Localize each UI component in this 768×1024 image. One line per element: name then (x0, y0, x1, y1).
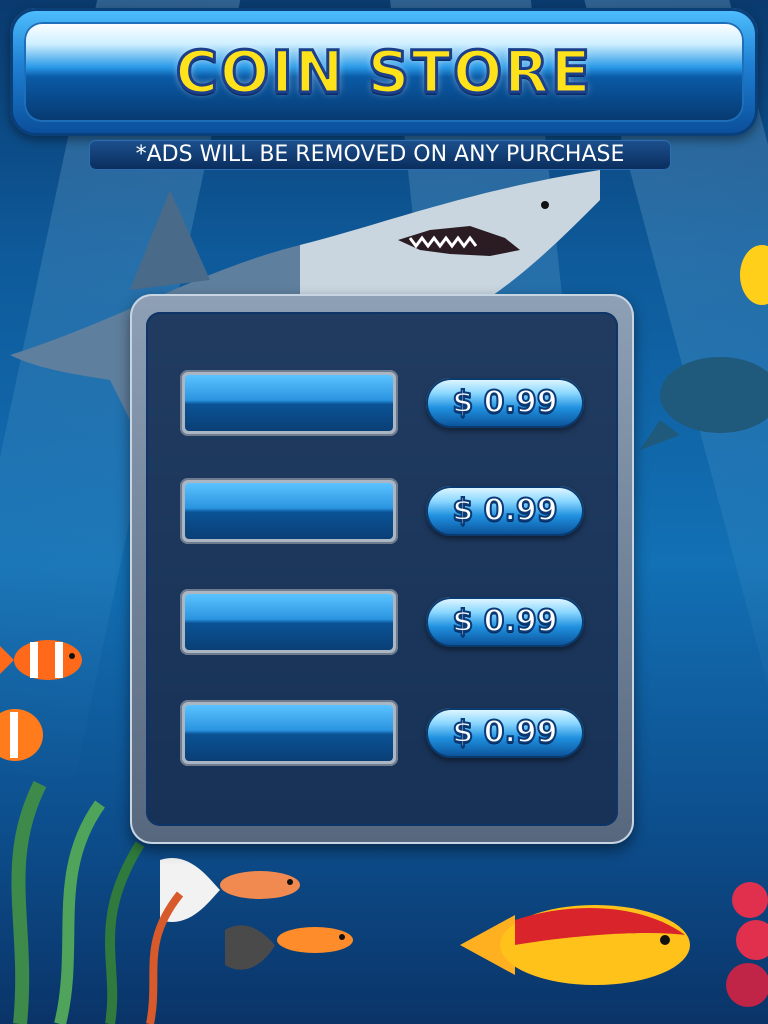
coin-package-row: $ 0.99 (130, 589, 634, 659)
coin-amount-bar (180, 589, 398, 655)
coin-amount-bar (180, 478, 398, 544)
yellow-fish-illustration (740, 245, 768, 305)
buy-button[interactable]: $ 0.99 (426, 708, 584, 758)
turtle-illustration (640, 357, 768, 450)
coin-amount-bar (180, 700, 398, 766)
wrasse-illustration (460, 905, 690, 985)
price-label: $ 0.99 (451, 492, 558, 529)
guppy-illustration (225, 925, 353, 970)
buy-button[interactable]: $ 0.99 (426, 597, 584, 647)
price-label: $ 0.99 (451, 384, 558, 421)
coin-amount-bar (180, 370, 398, 436)
store-panel: $ 0.99 $ 0.99 $ 0.99 $ 0.99 (130, 294, 634, 844)
coral-illustration (726, 882, 768, 1007)
buy-button[interactable]: $ 0.99 (426, 486, 584, 536)
coin-package-row: $ 0.99 (130, 370, 634, 440)
coin-package-row: $ 0.99 (130, 478, 634, 548)
coin-package-row: $ 0.99 (130, 700, 634, 770)
store-header: COIN STORE (10, 8, 758, 136)
buy-button[interactable]: $ 0.99 (426, 378, 584, 428)
price-label: $ 0.99 (451, 603, 558, 640)
ads-removed-notice: *ADS WILL BE REMOVED ON ANY PURCHASE (90, 141, 670, 169)
price-label: $ 0.99 (451, 714, 558, 751)
page-title: COIN STORE (174, 37, 593, 108)
